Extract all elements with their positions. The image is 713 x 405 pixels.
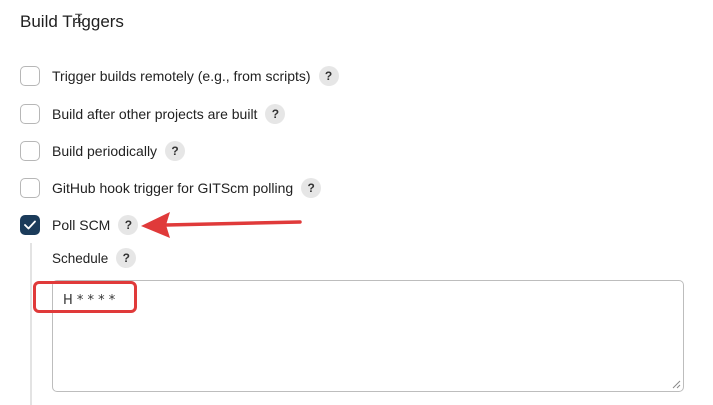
help-icon[interactable]: ? bbox=[165, 141, 186, 161]
checkbox-poll-scm[interactable] bbox=[20, 215, 40, 235]
help-icon[interactable]: ? bbox=[318, 66, 339, 86]
nested-indent-line bbox=[30, 243, 32, 405]
checkbox-trigger-remotely[interactable] bbox=[20, 66, 40, 86]
annotation-arrow bbox=[141, 212, 302, 238]
schedule-textarea[interactable]: H * * * * bbox=[52, 280, 684, 392]
option-label: Build after other projects are built bbox=[52, 106, 258, 122]
option-label: Trigger builds remotely (e.g., from scri… bbox=[52, 68, 311, 84]
option-trigger-remotely[interactable]: Trigger builds remotely (e.g., from scri… bbox=[20, 65, 339, 87]
annotation-highlight-box bbox=[33, 281, 137, 313]
option-label: Build periodically bbox=[52, 143, 158, 159]
schedule-field-header: Schedule ? bbox=[52, 247, 137, 269]
option-label: Poll SCM bbox=[52, 217, 111, 233]
section-title: Build Triggers bbox=[20, 12, 124, 31]
resize-grip-icon[interactable] bbox=[671, 379, 681, 389]
option-label: GitHub hook trigger for GITScm polling bbox=[52, 180, 294, 196]
option-poll-scm[interactable]: Poll SCM ? bbox=[20, 214, 139, 236]
text-cursor-icon: Ɪ bbox=[75, 12, 83, 27]
help-icon[interactable]: ? bbox=[118, 215, 139, 235]
help-icon[interactable]: ? bbox=[116, 248, 137, 268]
checkbox-github-hook-trigger[interactable] bbox=[20, 178, 40, 198]
help-icon[interactable]: ? bbox=[265, 104, 286, 124]
option-github-hook-trigger[interactable]: GitHub hook trigger for GITScm polling ? bbox=[20, 177, 322, 199]
checkbox-build-periodically[interactable] bbox=[20, 141, 40, 161]
option-build-periodically[interactable]: Build periodically ? bbox=[20, 140, 186, 162]
checkbox-build-after-other-projects[interactable] bbox=[20, 104, 40, 124]
help-icon[interactable]: ? bbox=[301, 178, 322, 198]
schedule-label: Schedule bbox=[52, 250, 109, 266]
checkmark-icon bbox=[24, 220, 36, 230]
option-build-after-other-projects[interactable]: Build after other projects are built ? bbox=[20, 103, 286, 125]
